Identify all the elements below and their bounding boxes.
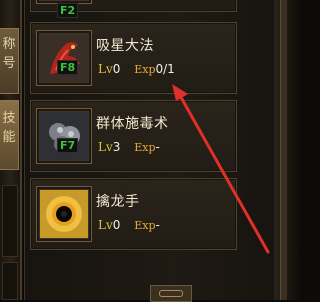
hotkey-badge: F8 [57, 60, 79, 75]
level-label: Lv [98, 218, 113, 232]
poison-cloud-skill-icon [36, 108, 92, 164]
tab-title[interactable]: 称号 [0, 28, 19, 94]
panel-bottom-latch [150, 285, 192, 302]
exp-label: Exp [134, 219, 156, 232]
skill-row[interactable]: 擒龙手 Lv0 Exp- [30, 178, 237, 250]
tab-skills[interactable]: 技能 [0, 100, 19, 170]
exp-label: Exp [134, 141, 156, 154]
skill-stats: Lv0 Exp- [98, 218, 160, 232]
tab-title-label: 称号 [2, 37, 16, 71]
left-tab-strip: 称号 技能 [0, 0, 22, 300]
exp-value: - [155, 140, 160, 154]
skill-name: 吸星大法 [96, 38, 154, 54]
level-value: 0 [112, 62, 121, 76]
skill-stats: Lv3 Exp- [98, 140, 160, 154]
red-dragon-skill-icon [36, 30, 92, 86]
black-orb-skill-icon [36, 186, 92, 242]
hotkey-badge: F7 [57, 138, 79, 153]
level-value: 0 [112, 218, 121, 232]
skill-name: 群体施毒术 [96, 116, 169, 132]
strip-ornament-lower [2, 262, 18, 300]
skill-row[interactable]: F7 群体施毒术 Lv3 Exp- [30, 100, 237, 172]
skill-stats: Lv0 Exp0/1 [98, 62, 175, 76]
partial-hotkey: F2 [57, 3, 79, 18]
level-label: Lv [98, 140, 113, 154]
exp-label: Exp [134, 63, 156, 76]
scroll-rail[interactable] [280, 0, 287, 300]
level-value: 3 [112, 140, 121, 154]
strip-ornament [2, 185, 18, 257]
skill-row[interactable]: F8 吸星大法 Lv0 Exp0/1 [30, 22, 237, 94]
skill-row-partial[interactable]: F2 [30, 0, 237, 18]
exp-value: - [155, 218, 160, 232]
level-label: Lv [98, 62, 113, 76]
skill-name: 擒龙手 [96, 194, 140, 210]
tab-skills-label: 技能 [2, 111, 16, 145]
exp-value: 0/1 [155, 62, 175, 76]
panel-right-border [274, 0, 300, 300]
